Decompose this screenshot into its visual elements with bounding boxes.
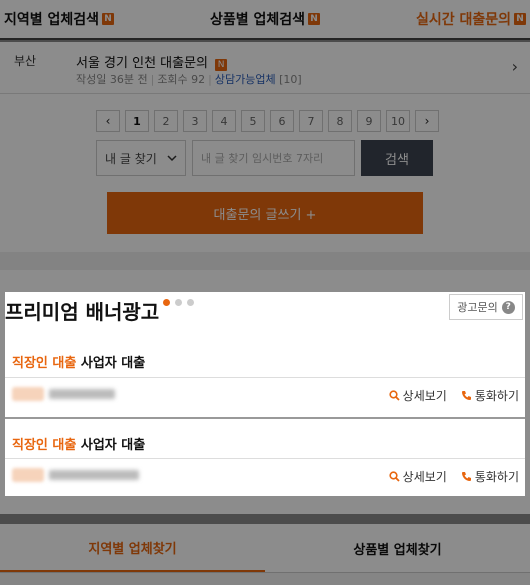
prev-page-button[interactable]: ‹ — [96, 110, 120, 132]
ad-category: 직장인 대출 — [12, 356, 77, 371]
page-button[interactable]: 3 — [183, 110, 207, 132]
page-button[interactable]: 10 — [386, 110, 410, 132]
chevron-down-icon — [167, 154, 177, 161]
search-type-value: 내 글 찾기 — [105, 151, 157, 166]
company-logo — [12, 468, 44, 482]
temp-number-input[interactable]: 내 글 찾기 임시번호 7자리 — [192, 140, 355, 176]
premium-banner-section: 프리미엄 배너광고 광고문의 ? 직장인 대출 사업자 대출 상세보기 통화하기… — [5, 292, 525, 496]
page-button[interactable]: 6 — [270, 110, 294, 132]
page-button[interactable]: 9 — [357, 110, 381, 132]
ad-actions: 상세보기 통화하기 — [389, 387, 519, 404]
tab-region-search[interactable]: 지역별 업체검색 N — [0, 0, 178, 38]
phone-icon — [461, 472, 471, 481]
ad-title: 사업자 대출 — [80, 356, 146, 371]
call-label: 통화하기 — [474, 470, 519, 484]
question-icon: ? — [501, 300, 515, 314]
divider — [5, 377, 525, 378]
new-badge: N — [102, 13, 115, 25]
meta-time: 작성일 36분 전 — [76, 73, 148, 86]
write-inquiry-button[interactable]: 대출문의 글쓰기 + — [107, 192, 423, 234]
meta-consult-link[interactable]: 상담가능업체 — [215, 73, 276, 86]
pagination-section: ‹ 1 2 3 4 5 6 7 8 9 10 › 내 글 찾기 내 글 찾기 임… — [0, 94, 530, 252]
tab-product-search-label: 상품별 업체검색 — [209, 12, 306, 28]
premium-title: 프리미엄 배너광고 — [5, 300, 160, 324]
meta-separator: | — [208, 73, 212, 86]
page-button[interactable]: 8 — [328, 110, 352, 132]
company-name — [49, 470, 139, 480]
top-tab-bar: 지역별 업체검색 N 상품별 업체검색 N 실시간 대출문의 N — [0, 0, 530, 40]
tab-realtime-inquiry[interactable]: 실시간 대출문의 N — [352, 0, 530, 38]
new-badge: N — [215, 59, 228, 71]
ad-divider — [5, 417, 525, 419]
tab-region-search-label: 지역별 업체검색 — [4, 12, 100, 28]
inquiry-meta: 작성일 36분 전 | 조회수 92 | 상담가능업체 [10] — [76, 71, 302, 87]
call-label: 통화하기 — [474, 389, 519, 403]
search-button[interactable]: 검색 — [361, 140, 433, 176]
detail-label: 상세보기 — [402, 470, 447, 484]
call-button[interactable]: 통화하기 — [461, 468, 519, 485]
carousel-dots — [163, 299, 194, 306]
page-button[interactable]: 7 — [299, 110, 323, 132]
inquiry-title-text: 서울 경기 인천 대출문의 — [76, 56, 208, 71]
page-button[interactable]: 1 — [125, 110, 149, 132]
tab-product-search[interactable]: 상품별 업체검색 N — [178, 0, 352, 38]
call-button[interactable]: 통화하기 — [461, 387, 519, 404]
meta-separator: | — [150, 73, 155, 86]
bottom-strip — [0, 573, 530, 585]
page-button[interactable]: 5 — [241, 110, 265, 132]
pagination: ‹ 1 2 3 4 5 6 7 8 9 10 › — [96, 110, 439, 132]
bottom-tab-bar: 지역별 업체찾기 상품별 업체찾기 — [0, 524, 530, 573]
detail-button[interactable]: 상세보기 — [389, 468, 447, 485]
ad-heading: 직장인 대출 사업자 대출 — [12, 434, 145, 453]
search-icon — [389, 471, 400, 482]
ad-inquiry-label: 광고문의 — [457, 301, 498, 314]
tab-find-by-region[interactable]: 지역별 업체찾기 — [0, 524, 265, 572]
ad-heading: 직장인 대출 사업자 대출 — [12, 352, 145, 371]
carousel-dot[interactable] — [187, 299, 194, 306]
my-post-search: 내 글 찾기 내 글 찾기 임시번호 7자리 검색 — [96, 140, 433, 176]
tab-find-by-product[interactable]: 상품별 업체찾기 — [265, 524, 530, 572]
carousel-dot[interactable] — [175, 299, 182, 306]
meta-count: [10] — [279, 73, 302, 86]
divider — [5, 458, 525, 459]
detail-label: 상세보기 — [402, 389, 447, 403]
meta-views: 조회수 92 — [157, 73, 206, 86]
ad-inquiry-button[interactable]: 광고문의 ? — [449, 294, 523, 320]
company-name — [49, 389, 115, 399]
ad-category: 직장인 대출 — [12, 438, 77, 453]
tab-realtime-inquiry-label: 실시간 대출문의 — [415, 12, 511, 28]
page-button[interactable]: 2 — [154, 110, 178, 132]
carousel-dot-active[interactable] — [163, 299, 170, 306]
detail-button[interactable]: 상세보기 — [389, 387, 447, 404]
new-badge: N — [308, 13, 321, 25]
section-gap — [0, 252, 530, 270]
ad-actions: 상세보기 통화하기 — [389, 468, 519, 485]
chevron-right-icon[interactable]: › — [512, 57, 518, 76]
inquiry-title: 서울 경기 인천 대출문의 N — [76, 52, 228, 71]
company-logo — [12, 387, 44, 401]
next-page-button[interactable]: › — [415, 110, 439, 132]
search-icon — [389, 390, 400, 401]
search-type-select[interactable]: 내 글 찾기 — [96, 140, 186, 176]
region-label: 부산 — [14, 54, 37, 68]
phone-icon — [461, 391, 471, 400]
ad-title: 사업자 대출 — [80, 438, 146, 453]
inquiry-list-item[interactable]: 부산 서울 경기 인천 대출문의 N 작성일 36분 전 | 조회수 92 | 상담가능… — [0, 42, 530, 94]
new-badge: N — [514, 13, 526, 25]
page-button[interactable]: 4 — [212, 110, 236, 132]
